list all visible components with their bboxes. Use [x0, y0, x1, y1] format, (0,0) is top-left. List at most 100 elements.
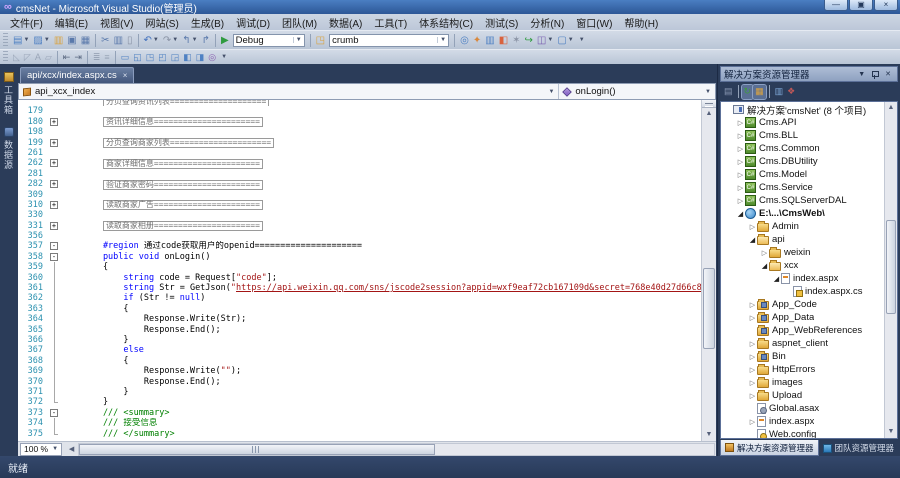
- save-all-button[interactable]: ▦: [79, 33, 92, 48]
- vertical-scroll-track[interactable]: [702, 120, 716, 429]
- tree-item[interactable]: ◢xcx: [721, 259, 884, 272]
- collapsed-arrow-icon[interactable]: ▷: [736, 158, 745, 166]
- tree-item[interactable]: App_WebReferences: [721, 324, 884, 337]
- zoom-selector[interactable]: 100 % ▼: [20, 443, 62, 456]
- new-project-button[interactable]: ▤▼: [11, 33, 31, 48]
- scroll-left-arrow[interactable]: ◀: [65, 445, 78, 453]
- panel-title-bar[interactable]: 解决方案资源管理器 ▼ ✕: [720, 66, 898, 82]
- pin-icon[interactable]: [871, 70, 879, 79]
- fold-margin[interactable]: [48, 377, 62, 387]
- fold-margin[interactable]: [48, 304, 62, 314]
- collapsed-arrow-icon[interactable]: ▷: [736, 197, 745, 205]
- horizontal-scroll-thumb[interactable]: [79, 444, 435, 455]
- sidebar-tab-数据源[interactable]: 数据源: [0, 123, 17, 178]
- expanded-arrow-icon[interactable]: ◢: [772, 275, 781, 283]
- tree-item[interactable]: ◢api: [721, 233, 884, 246]
- fold-margin[interactable]: [48, 127, 62, 137]
- tree-item[interactable]: Web.config: [721, 428, 884, 438]
- menu-item[interactable]: 网站(S): [139, 14, 184, 31]
- fold-toggle-icon[interactable]: +: [50, 222, 58, 230]
- fold-margin[interactable]: [48, 387, 62, 397]
- web-search-button[interactable]: ◳: [314, 33, 327, 48]
- tree-item[interactable]: ▷Upload: [721, 389, 884, 402]
- clear-bookmarks-button[interactable]: ◎: [206, 50, 218, 65]
- fold-margin[interactable]: [48, 418, 62, 428]
- tree-item[interactable]: 解决方案'cmsNet' (8 个项目): [721, 103, 884, 116]
- toolbar-overflow-button[interactable]: ▼: [576, 37, 588, 43]
- inspect-button[interactable]: ◸: [22, 50, 33, 65]
- tree-item[interactable]: ◢E:\...\CmsWeb\: [721, 207, 884, 220]
- collapsed-region[interactable]: 验证商家密码======================: [103, 180, 263, 190]
- show-all-files-button[interactable]: ▦: [753, 85, 766, 99]
- collapsed-region[interactable]: 商家详细信息======================: [103, 159, 263, 169]
- tree-item[interactable]: ▷images: [721, 376, 884, 389]
- fold-margin[interactable]: -: [48, 252, 62, 262]
- menu-item[interactable]: 视图(V): [94, 14, 139, 31]
- fold-margin[interactable]: [48, 397, 62, 407]
- menu-item[interactable]: 编辑(E): [49, 14, 94, 31]
- minimize-button[interactable]: —: [824, 0, 848, 11]
- fold-margin[interactable]: [48, 262, 62, 272]
- start-page-button[interactable]: ↪: [523, 33, 535, 48]
- menu-item[interactable]: 工具(T): [368, 14, 413, 31]
- tree-item[interactable]: ▷C#Cms.DBUtility: [721, 155, 884, 168]
- cut-button[interactable]: ✂: [99, 33, 111, 48]
- fold-margin[interactable]: [48, 283, 62, 293]
- selection-pointer-button[interactable]: ◺: [11, 50, 22, 65]
- window-position-icon[interactable]: ▼: [855, 71, 868, 78]
- menu-item[interactable]: 调试(D): [230, 14, 276, 31]
- expanded-arrow-icon[interactable]: ◢: [760, 262, 769, 270]
- fold-margin[interactable]: [48, 325, 62, 335]
- collapsed-arrow-icon[interactable]: ▷: [748, 314, 757, 322]
- window-list-button[interactable]: ▢▼: [555, 33, 575, 48]
- collapsed-region[interactable]: 分页查询商家列表=====================: [103, 138, 274, 148]
- redo-button[interactable]: ↷▼: [161, 33, 180, 48]
- fold-toggle-icon[interactable]: -: [50, 253, 58, 261]
- menu-item[interactable]: 体系结构(C): [413, 14, 479, 31]
- tree-item[interactable]: ◢index.aspx: [721, 272, 884, 285]
- tree-item[interactable]: ▷App_Data: [721, 311, 884, 324]
- prev-bookmark-doc-button[interactable]: ◧: [181, 50, 194, 65]
- menu-item[interactable]: 生成(B): [185, 14, 230, 31]
- splitter-handle[interactable]: [702, 100, 716, 108]
- code-editor[interactable]: 分页查询资讯列表====================179180+资讯详细信…: [18, 100, 701, 441]
- title-bar[interactable]: ∞ cmsNet - Microsoft Visual Studio(管理员) …: [0, 0, 900, 14]
- fold-margin[interactable]: [48, 314, 62, 324]
- fold-toggle-icon[interactable]: +: [50, 201, 58, 209]
- format-selection-button[interactable]: ▱: [43, 50, 54, 65]
- collapsed-region[interactable]: 资讯详细信息======================: [103, 117, 263, 127]
- extension-manager-button[interactable]: ✦: [471, 33, 483, 48]
- fold-margin[interactable]: [48, 335, 62, 345]
- decrease-indent-button[interactable]: ⇤: [61, 50, 73, 65]
- fold-margin[interactable]: [48, 169, 62, 179]
- vertical-scrollbar[interactable]: ▲ ▼: [701, 100, 716, 441]
- menu-item[interactable]: 帮助(H): [618, 14, 664, 31]
- expanded-arrow-icon[interactable]: ◢: [748, 236, 757, 244]
- navigate-backward-button[interactable]: ↰▼: [180, 33, 199, 48]
- prev-bookmark-button[interactable]: ◱: [131, 50, 144, 65]
- tree-scroll-thumb[interactable]: [886, 220, 896, 314]
- collapsed-arrow-icon[interactable]: ▷: [736, 171, 745, 179]
- menu-item[interactable]: 测试(S): [479, 14, 524, 31]
- vertical-scroll-thumb[interactable]: [703, 268, 715, 348]
- tree-scrollbar[interactable]: ▲ ▼: [884, 102, 897, 438]
- fold-margin[interactable]: +: [48, 117, 62, 127]
- tree-item[interactable]: ▷C#Cms.Common: [721, 142, 884, 155]
- tree-item[interactable]: ▷Bin: [721, 350, 884, 363]
- fold-margin[interactable]: [48, 190, 62, 200]
- navigate-to-button[interactable]: ◎: [458, 33, 471, 48]
- collapsed-arrow-icon[interactable]: ▷: [760, 249, 769, 257]
- close-button[interactable]: ×: [874, 0, 898, 11]
- collapsed-arrow-icon[interactable]: ▷: [748, 366, 757, 374]
- menu-item[interactable]: 团队(M): [276, 14, 323, 31]
- collapsed-arrow-icon[interactable]: ▷: [736, 119, 745, 127]
- fold-margin[interactable]: +: [48, 200, 62, 210]
- next-bookmark-button[interactable]: ◳: [144, 50, 157, 65]
- solution-configurations-combo[interactable]: Debug▼: [233, 34, 305, 47]
- collapsed-arrow-icon[interactable]: ▷: [736, 184, 745, 192]
- panel-tab-team-explorer[interactable]: 团队资源管理器: [819, 440, 899, 456]
- tree-item[interactable]: ▷App_Code: [721, 298, 884, 311]
- fold-toggle-icon[interactable]: -: [50, 409, 58, 417]
- refresh-button[interactable]: ↻: [742, 85, 754, 99]
- document-tab[interactable]: api/xcx/index.aspx.cs ×: [20, 67, 134, 83]
